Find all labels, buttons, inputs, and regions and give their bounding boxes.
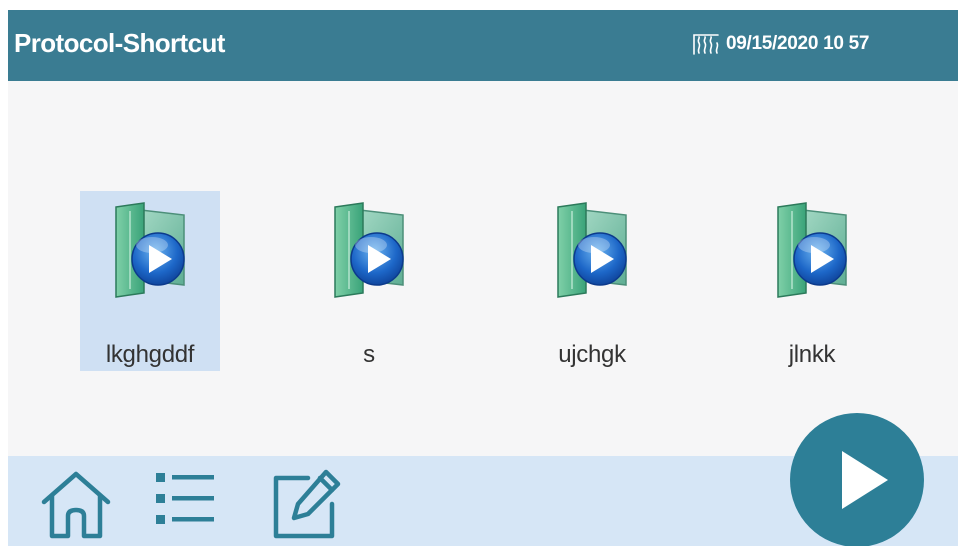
heater-icon <box>692 32 720 56</box>
shortcut-item-lkghgddf[interactable]: lkghgddf <box>80 191 220 371</box>
shortcut-label: lkghgddf <box>105 341 195 368</box>
shortcut-item-jlnkk[interactable]: jlnkk <box>742 191 882 371</box>
protocol-file-icon <box>544 201 640 301</box>
home-icon <box>38 471 114 544</box>
page-title: Protocol-Shortcut <box>14 28 225 58</box>
shortcut-label: s <box>363 341 375 368</box>
app-window: Protocol-Shortcut 09/15/2020 10 57 lkghg… <box>8 10 958 546</box>
run-button[interactable] <box>790 413 924 546</box>
list-icon <box>154 473 230 544</box>
protocol-file-icon <box>102 201 198 301</box>
shortcut-item-ujchgk[interactable]: ujchgk <box>522 191 662 371</box>
edit-icon <box>268 469 344 544</box>
shortcut-item-s[interactable]: s <box>299 191 439 371</box>
edit-button[interactable] <box>268 464 344 540</box>
shortcut-label: jlnkk <box>788 341 836 368</box>
protocol-file-icon <box>321 201 417 301</box>
shortcut-label: ujchgk <box>558 341 626 368</box>
list-button[interactable] <box>154 464 230 540</box>
datetime-display: 09/15/2020 10 57 <box>726 33 870 54</box>
protocol-file-icon <box>764 201 860 301</box>
title-bar: Protocol-Shortcut 09/15/2020 10 57 <box>8 10 958 81</box>
home-button[interactable] <box>38 464 114 540</box>
play-icon <box>790 451 924 546</box>
